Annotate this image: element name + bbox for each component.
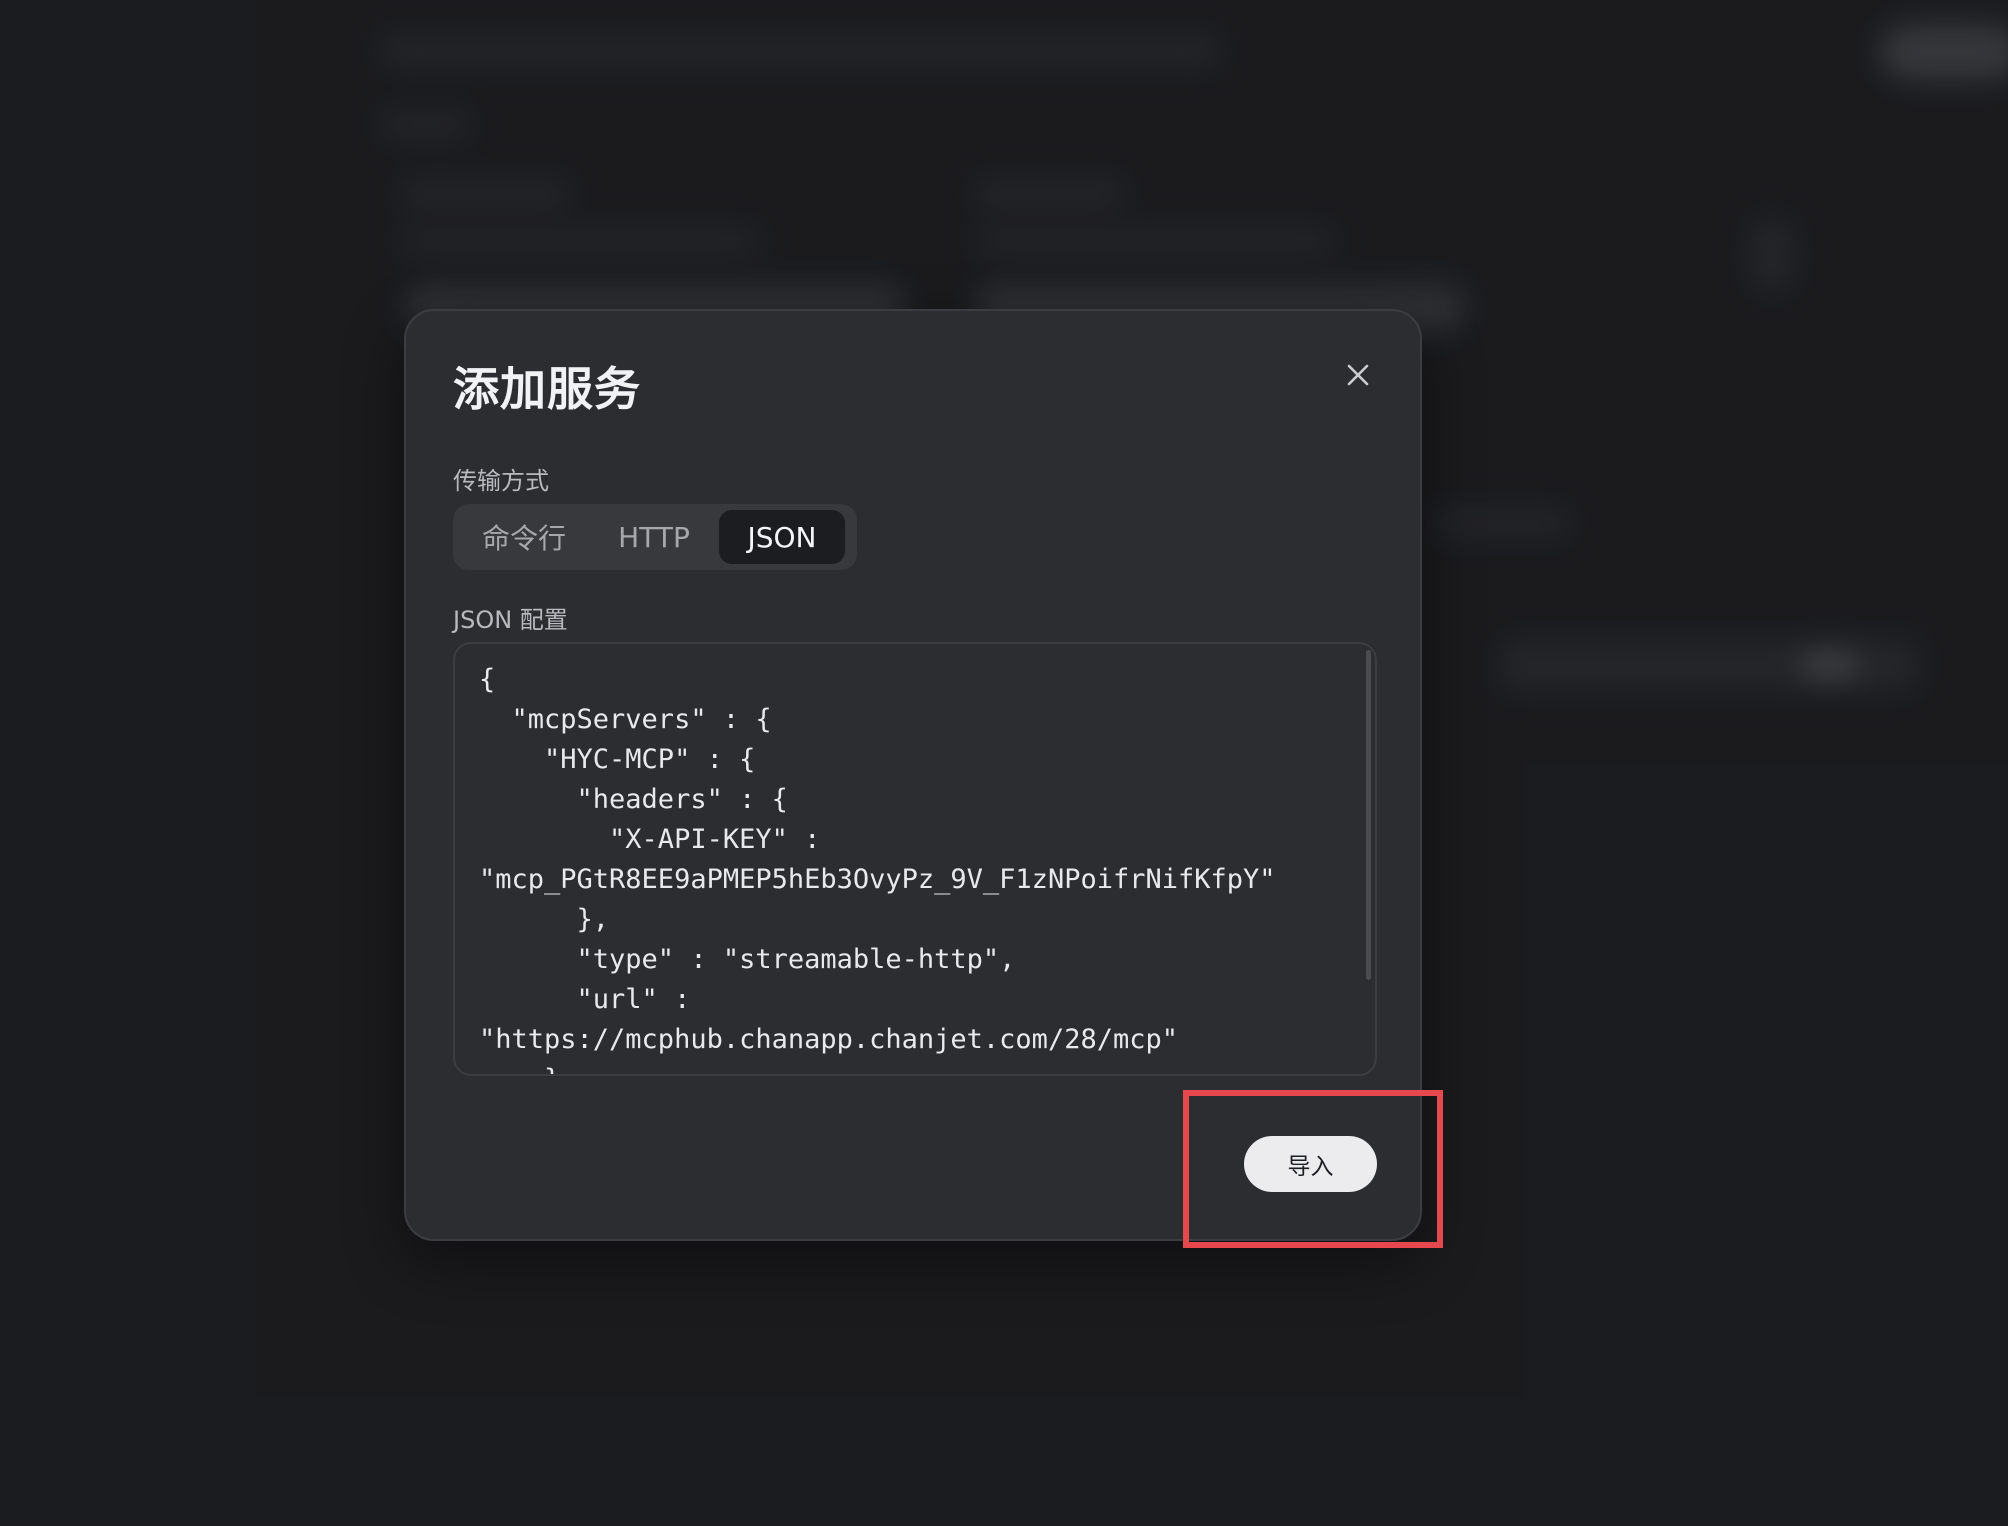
close-icon[interactable] — [1340, 357, 1376, 393]
highlight-annotation — [1183, 1090, 1443, 1248]
json-config-label: JSON 配置 — [453, 606, 568, 634]
close-icon-glyph — [1347, 364, 1369, 386]
tab-command-line[interactable]: 命令行 — [459, 510, 589, 564]
tab-http[interactable]: HTTP — [589, 510, 719, 564]
dialog-title: 添加服务 — [453, 362, 641, 416]
tab-json[interactable]: JSON — [719, 510, 845, 564]
json-config-text[interactable]: { "mcpServers" : { "HYC-MCP" : { "header… — [455, 644, 1375, 1074]
json-config-editor[interactable]: { "mcpServers" : { "HYC-MCP" : { "header… — [453, 642, 1377, 1076]
transport-segmented-control: 命令行 HTTP JSON — [453, 504, 857, 570]
transport-label: 传输方式 — [453, 467, 549, 495]
editor-scrollbar[interactable] — [1366, 650, 1371, 980]
